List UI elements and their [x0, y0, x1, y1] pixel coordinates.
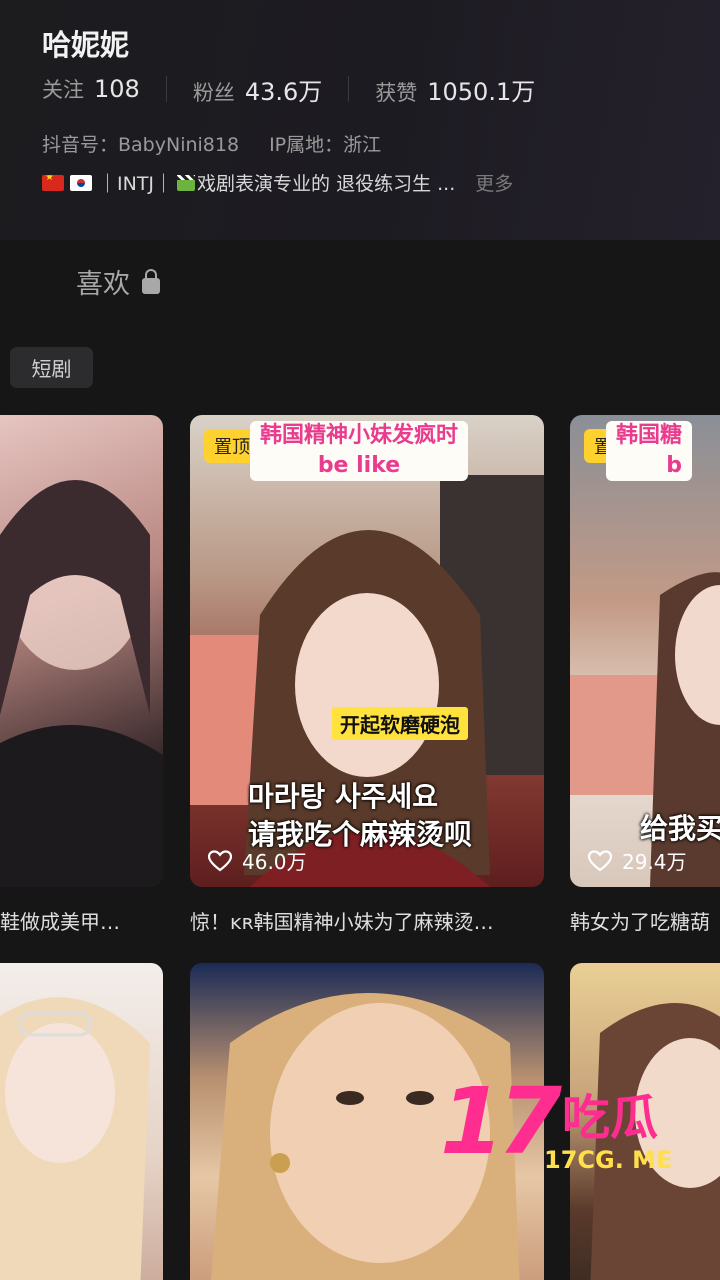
- watermark-number: 17: [440, 1068, 562, 1175]
- likes-received-stat[interactable]: 获赞 1050.1万: [375, 72, 535, 107]
- lock-icon: [142, 268, 160, 294]
- top-caption-line: be like: [317, 453, 401, 478]
- video-top-caption: 韩国精神小妹发疯时 be like: [250, 421, 469, 481]
- likes-received-count: 1050.1万: [427, 77, 536, 106]
- heart-icon: [588, 849, 612, 871]
- followers-stat[interactable]: 粉丝 43.6万: [193, 72, 322, 107]
- like-count-value: 29.4万: [622, 850, 687, 874]
- following-stat[interactable]: 关注 108: [42, 74, 140, 104]
- bio-more-button[interactable]: 更多: [475, 169, 513, 196]
- ip-location: IP属地：浙江: [269, 134, 382, 156]
- bio-tail-text: 戏剧表演专业的 退役练习生 ...: [197, 173, 456, 195]
- korea-flag-icon: [70, 174, 92, 191]
- stat-divider: [348, 76, 350, 102]
- bio-text: ｜INTJ｜: [98, 173, 174, 195]
- video-thumbnail: [0, 480, 163, 887]
- video-title[interactable]: 鞋做成美甲…: [0, 906, 163, 935]
- following-count: 108: [94, 75, 140, 103]
- watermark-logo: 17 吃瓜 17CG. ME: [440, 1068, 710, 1188]
- top-caption-line: 韩国精神小妹发疯时: [260, 423, 459, 448]
- stat-divider: [165, 76, 167, 102]
- watermark-url: 17CG. ME: [544, 1146, 673, 1174]
- china-flag-icon: [42, 174, 64, 191]
- like-count: 29.4万: [588, 846, 687, 875]
- like-count: 46.0万: [208, 846, 307, 875]
- douyin-id: 抖音号：BabyNini818: [42, 134, 240, 156]
- top-caption-line: b: [666, 453, 683, 478]
- video-card[interactable]: 置顶 韩国精神小妹发疯时 be like 开起软磨硬泡 마라탕 사주세요 请我吃…: [190, 415, 544, 887]
- profile-ids: 抖音号：BabyNini818 IP属地：浙江: [42, 130, 381, 157]
- following-label: 关注: [42, 78, 84, 102]
- video-title[interactable]: 惊！ᴋʀ韩国精神小妹为了麻辣烫…: [190, 906, 544, 935]
- profile-bio[interactable]: ｜INTJ｜ 戏剧表演专业的 退役练习生 ... 更多: [42, 169, 513, 196]
- video-subtitle: 给我买: [640, 812, 720, 845]
- like-count-value: 46.0万: [242, 850, 307, 874]
- heart-icon: [208, 849, 232, 871]
- video-card[interactable]: [0, 963, 163, 1280]
- video-title[interactable]: 韩女为了吃糖葫: [570, 906, 720, 935]
- video-sticker: 开起软磨硬泡: [332, 707, 468, 740]
- top-caption-line: 韩国糖: [616, 423, 683, 448]
- video-card[interactable]: 置顶 韩国糖 b 给我买 29.4万: [570, 415, 720, 887]
- video-thumbnail: [0, 997, 150, 1280]
- video-card[interactable]: [0, 415, 163, 887]
- followers-label: 粉丝: [192, 80, 235, 105]
- watermark-text: 吃瓜: [562, 1090, 659, 1146]
- profile-name: 哈妮妮: [42, 28, 130, 62]
- tab-likes[interactable]: 喜欢: [76, 262, 160, 301]
- video-subtitle: 마라탕 사주세요: [248, 780, 439, 813]
- profile-header: 哈妮妮 关注 108 粉丝 43.6万 获赞 1050.1万 抖音号：BabyN…: [0, 0, 720, 240]
- profile-stats: 关注 108 粉丝 43.6万 获赞 1050.1万: [42, 72, 535, 106]
- video-top-caption: 韩国糖 b: [606, 421, 693, 481]
- clapperboard-icon: [177, 174, 196, 191]
- filter-chip-short-drama[interactable]: 短剧: [10, 347, 93, 388]
- followers-count: 43.6万: [244, 77, 323, 106]
- likes-received-label: 获赞: [375, 80, 418, 105]
- tab-likes-label: 喜欢: [76, 269, 130, 300]
